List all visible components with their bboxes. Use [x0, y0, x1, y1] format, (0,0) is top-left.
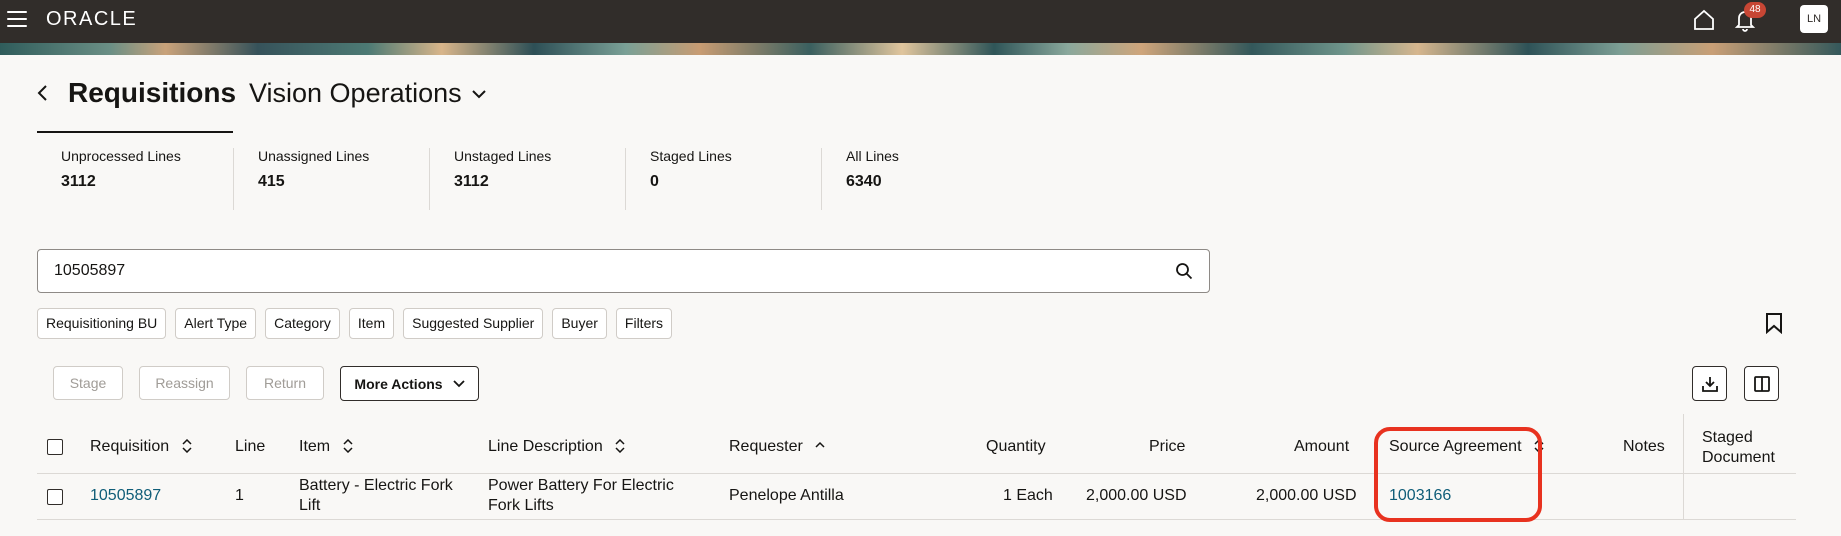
metric-label: Staged Lines: [650, 148, 732, 164]
search-field[interactable]: [37, 249, 1210, 293]
metric-value: 0: [650, 173, 659, 190]
item-text: Lift: [299, 497, 321, 514]
metric-unassigned-lines[interactable]: Unassigned Lines 415: [233, 148, 429, 210]
metric-staged-lines[interactable]: Staged Lines 0: [625, 148, 821, 210]
columns-view-button[interactable]: [1744, 366, 1779, 401]
hamburger-menu-icon[interactable]: [7, 11, 27, 27]
business-unit-label: Vision Operations: [249, 78, 462, 108]
metric-label: Unprocessed Lines: [61, 148, 181, 164]
column-header-line-description[interactable]: Line Description: [488, 438, 625, 456]
metric-unprocessed-lines[interactable]: Unprocessed Lines 3112: [37, 148, 233, 210]
column-header-requisition[interactable]: Requisition: [90, 438, 192, 456]
table-row[interactable]: 10505897 1 Battery - Electric Fork Lift …: [37, 474, 1796, 520]
description-text: Fork Lifts: [488, 497, 554, 514]
line-description-cell: Power Battery For Electric Fork Lifts: [488, 476, 674, 516]
column-label: Requester: [729, 438, 803, 455]
sort-icon: [343, 439, 353, 453]
download-icon: [1701, 376, 1718, 392]
metric-label: Unstaged Lines: [454, 148, 552, 164]
column-header-price[interactable]: Price: [1149, 438, 1185, 456]
column-header-quantity[interactable]: Quantity: [986, 438, 1046, 456]
more-actions-label: More Actions: [354, 375, 443, 392]
search-input[interactable]: [54, 260, 1154, 282]
filter-alert-type[interactable]: Alert Type: [175, 308, 257, 339]
filter-category[interactable]: Category: [265, 308, 340, 339]
column-label: Source Agreement: [1389, 438, 1522, 455]
metric-value: 3112: [454, 173, 489, 190]
chevron-down-icon: [471, 89, 486, 98]
column-label: Requisition: [90, 438, 170, 455]
item-text: Battery - Electric Fork: [299, 477, 453, 494]
metric-all-lines[interactable]: All Lines 6340: [821, 148, 1017, 210]
item-cell: Battery - Electric Fork Lift: [299, 476, 453, 516]
decorative-banner: [0, 43, 1841, 55]
table-header: Requisition Line Item Line Description R…: [37, 414, 1796, 520]
price-cell: 2,000.00 USD: [1086, 487, 1187, 504]
column-header-amount[interactable]: Amount: [1294, 438, 1349, 456]
sort-icon: [1534, 439, 1544, 453]
return-button[interactable]: Return: [246, 366, 324, 400]
export-button[interactable]: [1692, 366, 1727, 401]
back-chevron-icon[interactable]: [36, 84, 50, 102]
quantity-cell: 1 Each: [1003, 487, 1053, 504]
sort-icon: [182, 439, 192, 453]
amount-cell: 2,000.00 USD: [1256, 487, 1357, 504]
column-label: Line Description: [488, 438, 603, 455]
stage-button[interactable]: Stage: [53, 366, 123, 400]
filter-suggested-supplier[interactable]: Suggested Supplier: [403, 308, 544, 339]
select-all-checkbox[interactable]: [47, 439, 63, 455]
metric-unstaged-lines[interactable]: Unstaged Lines 3112: [429, 148, 625, 210]
split-view-icon: [1753, 375, 1770, 392]
reassign-button[interactable]: Reassign: [139, 366, 230, 400]
sort-ascending-icon: [815, 441, 825, 448]
global-header: ORACLE 48 LN: [0, 0, 1841, 43]
column-header-staged-document[interactable]: Staged Document: [1702, 428, 1775, 468]
title-underline: [37, 131, 233, 133]
column-label: Item: [299, 438, 331, 455]
line-number: 1: [235, 487, 244, 504]
metric-value: 3112: [61, 173, 96, 190]
filter-requisitioning-bu[interactable]: Requisitioning BU: [37, 308, 167, 339]
requisition-link[interactable]: 10505897: [90, 487, 161, 505]
bookmark-icon[interactable]: [1765, 312, 1783, 334]
filter-item[interactable]: Item: [348, 308, 395, 339]
column-header-line[interactable]: Line: [235, 438, 265, 456]
column-header-notes[interactable]: Notes: [1623, 438, 1665, 456]
oracle-logo: ORACLE: [46, 8, 138, 30]
user-avatar[interactable]: LN: [1800, 5, 1828, 33]
metric-value: 415: [258, 173, 285, 190]
filter-filters[interactable]: Filters: [615, 308, 673, 339]
row-checkbox[interactable]: [47, 489, 63, 505]
search-icon[interactable]: [1175, 262, 1193, 280]
notification-badge: 48: [1744, 2, 1766, 18]
filter-chips: Requisitioning BU Alert Type Category It…: [37, 308, 673, 339]
sort-icon: [615, 439, 625, 453]
column-header-requester[interactable]: Requester: [729, 438, 825, 456]
requester-cell: Penelope Antilla: [729, 487, 844, 504]
filter-buyer[interactable]: Buyer: [552, 308, 607, 339]
metric-value: 6340: [846, 173, 882, 190]
metric-label: Unassigned Lines: [258, 148, 370, 164]
metric-label: All Lines: [846, 148, 899, 164]
chevron-down-icon: [452, 379, 465, 387]
column-header-source-agreement[interactable]: Source Agreement: [1389, 438, 1544, 456]
description-text: Power Battery For Electric: [488, 477, 674, 494]
home-icon[interactable]: [1692, 8, 1716, 32]
column-header-item[interactable]: Item: [299, 438, 353, 456]
more-actions-button[interactable]: More Actions: [340, 366, 479, 401]
source-agreement-link[interactable]: 1003166: [1389, 487, 1451, 505]
column-label: Staged: [1702, 429, 1753, 446]
business-unit-selector[interactable]: Vision Operations: [249, 78, 486, 109]
column-label: Document: [1702, 449, 1775, 466]
page-title: Requisitions: [68, 77, 237, 108]
